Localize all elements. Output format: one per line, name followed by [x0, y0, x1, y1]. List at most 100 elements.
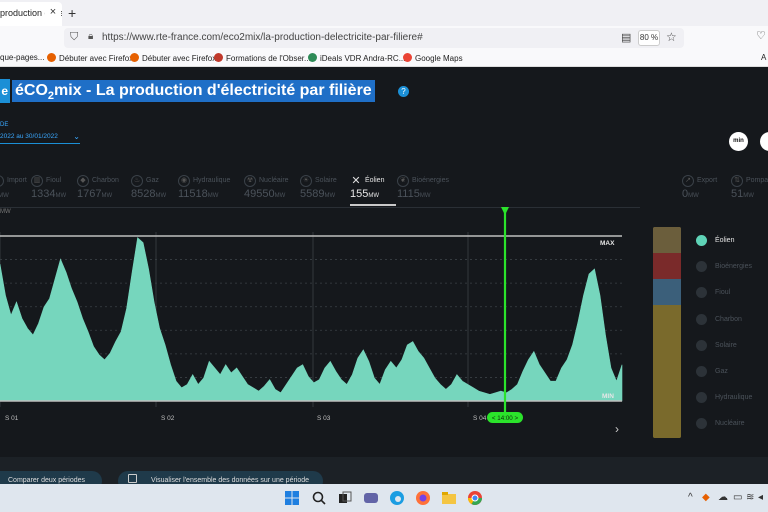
bookmark-item[interactable]: Formations de l'Obser...: [214, 53, 311, 63]
url-text[interactable]: https://www.rte-france.com/eco2mix/la-pr…: [102, 32, 423, 43]
wifi-icon[interactable]: ≋: [746, 492, 754, 503]
firefox-icon: [130, 53, 139, 62]
bookmark-label: Débuter avec Firefox: [59, 54, 134, 63]
rte-logo[interactable]: e: [0, 79, 10, 103]
oil-barrel-icon: [696, 287, 707, 299]
bookmark-site-icon: [308, 53, 317, 62]
min-button[interactable]: min: [729, 132, 748, 151]
period-label: DE: [0, 122, 9, 128]
bookmark-label: Formations de l'Obser...: [226, 54, 311, 63]
week-label: S 04: [473, 415, 487, 422]
tab-close-icon[interactable]: ×: [45, 4, 61, 20]
compare-periods-button[interactable]: Comparer deux périodes: [0, 471, 102, 484]
stack-segment: [653, 253, 681, 279]
reader-view-icon[interactable]: ▤: [621, 31, 631, 44]
chrome-icon[interactable]: [467, 490, 483, 506]
address-bar[interactable]: ⛉ 🔒︎ https://www.rte-france.com/eco2mix/…: [64, 28, 684, 48]
filiere-value: 1767MW: [77, 188, 113, 200]
page-title: éCO2mix - La production d'électricité pa…: [12, 80, 375, 102]
week-label: S 01: [5, 415, 19, 422]
search-icon[interactable]: [311, 490, 327, 506]
production-chart[interactable]: MAX MIN S 01 S 02 S 03 S 04 < 14:00 >: [0, 205, 640, 435]
nuclear-icon: [696, 418, 707, 430]
bookmark-item[interactable]: Débuter avec Firefox: [47, 53, 133, 63]
bookmark-label: Google Maps: [415, 54, 463, 63]
zoom-level-button[interactable]: 80 %: [638, 30, 660, 46]
gas-flame-icon: ♨: [131, 175, 143, 187]
filiere-label: Éolien: [365, 177, 385, 184]
filiere-value: 1334MW: [31, 188, 67, 200]
windows-start-icon[interactable]: [284, 490, 300, 506]
bookmarks-bar: que-pages... Débuter avec Firefox Débute…: [0, 50, 768, 67]
lock-icon[interactable]: 🔒︎: [88, 31, 93, 42]
coal-icon: [696, 313, 707, 325]
export-icon: ↗: [682, 175, 694, 187]
water-drop-icon: [696, 392, 707, 404]
task-view-icon[interactable]: [337, 490, 353, 506]
file-explorer-icon[interactable]: [441, 490, 457, 506]
volume-icon[interactable]: ◂: [758, 492, 763, 503]
cloud-icon[interactable]: ☁: [718, 492, 728, 503]
filiere-value: 155MW: [350, 188, 380, 200]
filiere-value: 8528MW: [131, 188, 167, 200]
compare-label: Comparer deux périodes: [8, 477, 86, 484]
filiere-label: Pompage: [746, 177, 768, 184]
pump-icon: ⇅: [731, 175, 743, 187]
stack-segment: [653, 279, 681, 305]
bookmark-item[interactable]: que-pages...: [0, 53, 44, 62]
nuclear-icon: ☢: [244, 175, 256, 187]
shield-icon[interactable]: ⛉: [70, 31, 78, 44]
chevron-right-icon[interactable]: ›: [615, 422, 619, 436]
filiere-value: 5589MW: [300, 188, 336, 200]
max-label: MAX: [600, 240, 615, 247]
filiere-value: 51MW: [731, 188, 754, 200]
filiere-label: Export: [697, 177, 718, 184]
pocket-icon[interactable]: ♡: [756, 29, 766, 42]
filiere-label: Gaz: [146, 177, 159, 184]
new-tab-button[interactable]: +: [68, 5, 76, 21]
brave-icon[interactable]: ◆: [702, 492, 710, 503]
windows-taskbar: ^ ◆ ☁ ▭ ≋ ◂: [0, 484, 768, 512]
filiere-label: Bioénergies: [412, 177, 449, 184]
bookmark-item[interactable]: iDeals VDR Andra-RC...: [308, 53, 405, 63]
week-label: S 02: [161, 415, 175, 422]
legend-stack-bar: [653, 227, 681, 438]
period-value: 2022 au 30/01/2022: [0, 133, 58, 140]
legend-label: Bioénergies: [715, 263, 752, 271]
info-icon[interactable]: ?: [398, 86, 409, 97]
view-all-label: Visualiser l'ensemble des données sur un…: [151, 477, 310, 484]
water-drop-icon: ◉: [178, 175, 190, 187]
chevron-up-icon[interactable]: ^: [688, 492, 693, 503]
sun-icon: ☀: [300, 175, 312, 187]
bookmarks-overflow[interactable]: A: [761, 53, 766, 62]
display-icon[interactable]: ▭: [733, 492, 742, 503]
filiere-value: 2MW: [0, 193, 9, 199]
bookmark-star-icon[interactable]: ☆: [666, 30, 677, 44]
bookmark-label: Débuter avec Firefox: [142, 54, 217, 63]
filiere-label: Charbon: [92, 177, 119, 184]
round-button[interactable]: [760, 132, 768, 151]
bookmark-site-icon: [214, 53, 223, 62]
filiere-label: Import: [7, 177, 27, 184]
bookmark-item[interactable]: Débuter avec Firefox: [130, 53, 216, 63]
view-all-data-button[interactable]: Visualiser l'ensemble des données sur un…: [118, 471, 323, 484]
legend-label: Nucléaire: [715, 420, 745, 428]
chat-icon[interactable]: [363, 490, 379, 506]
legend-label: Gaz: [715, 368, 728, 375]
stack-segment: [653, 305, 681, 438]
min-label: MIN: [602, 393, 614, 400]
firefox-icon[interactable]: [415, 490, 431, 506]
legend-label: Charbon: [715, 315, 742, 323]
oil-barrel-icon: ▥: [31, 175, 43, 187]
week-label: S 03: [317, 415, 331, 422]
bottom-band: [0, 457, 768, 484]
legend-label: Fioul: [715, 289, 731, 297]
bookmark-label: que-pages...: [0, 53, 45, 62]
google-maps-icon: [403, 53, 412, 62]
navigation-toolbar: ⛉ 🔒︎ https://www.rte-france.com/eco2mix/…: [0, 26, 768, 50]
bookmark-item[interactable]: Google Maps: [403, 53, 463, 63]
leaf-icon: ❦: [397, 175, 409, 187]
sun-icon: [696, 339, 707, 351]
edge-icon[interactable]: [389, 490, 405, 506]
period-select[interactable]: 2022 au 30/01/2022 ⌄: [0, 131, 80, 144]
